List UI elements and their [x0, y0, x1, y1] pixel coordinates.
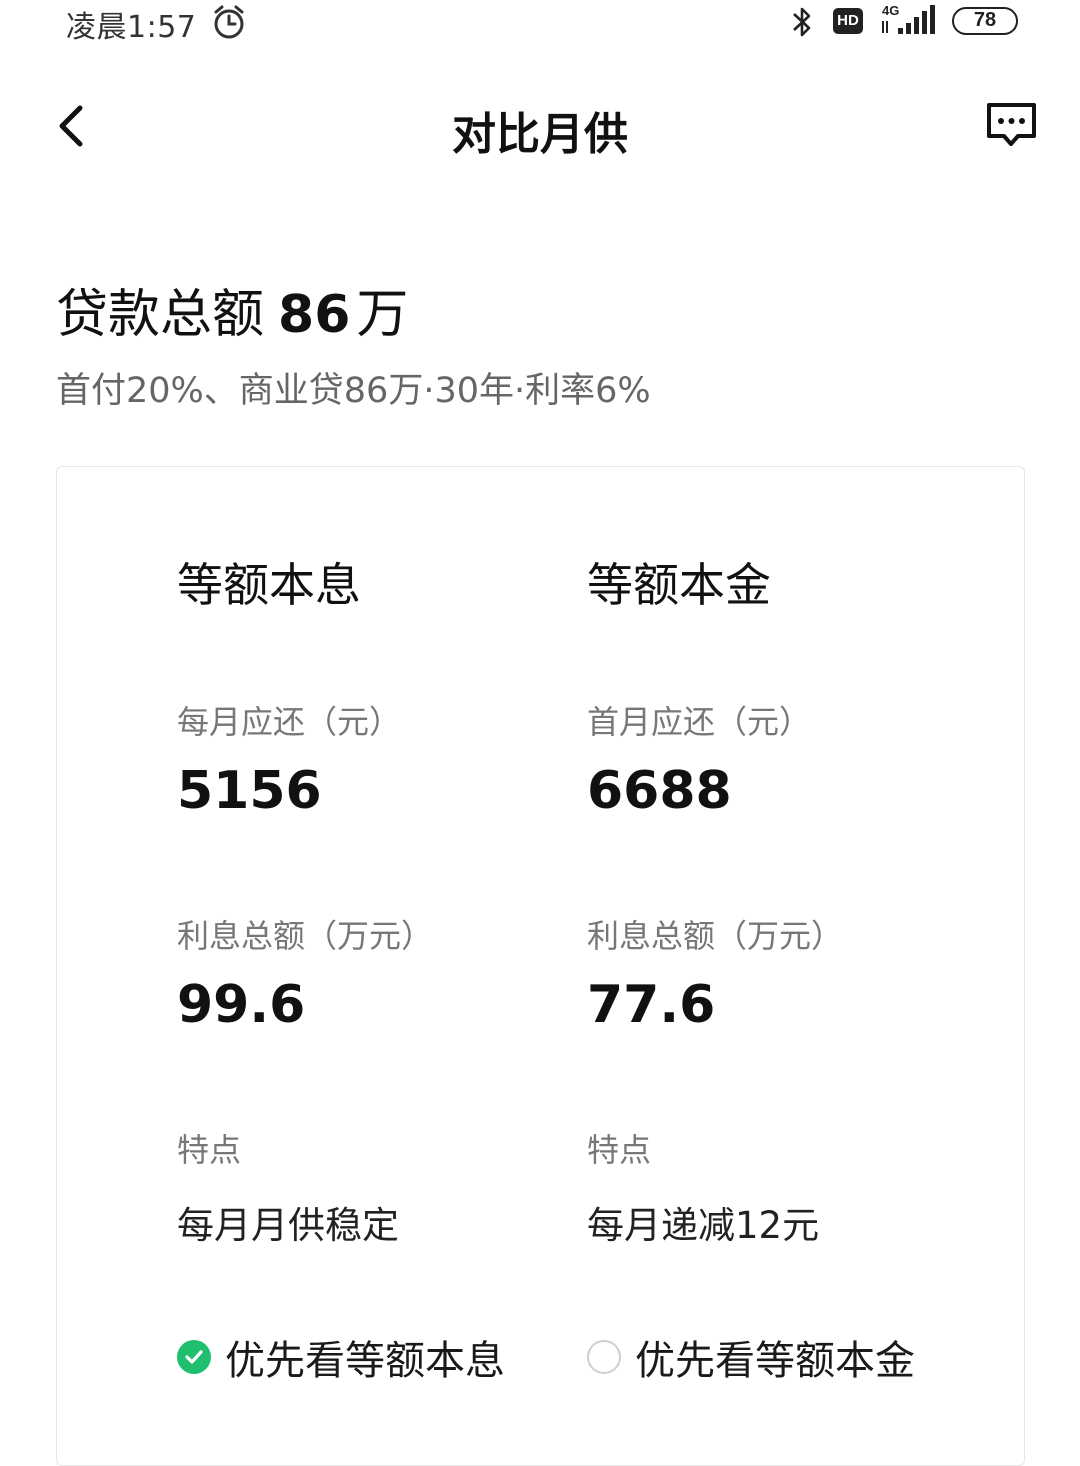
signal-icon: 4G — [878, 2, 940, 42]
feature-value: 每月月供稳定 — [177, 1204, 399, 1247]
feature-label: 特点 — [587, 1131, 652, 1169]
preference-label: 优先看等额本金 — [635, 1338, 915, 1384]
method-title: 等额本息 — [177, 558, 361, 612]
total-interest-label: 利息总额（万元） — [177, 917, 434, 955]
hd-icon: HD — [833, 8, 863, 34]
checked-radio-icon[interactable] — [177, 1340, 211, 1374]
network-type-label: 4G — [882, 3, 899, 18]
loan-total-amount: 86 — [278, 285, 351, 345]
first-month-payment-label: 首月应还（元） — [587, 703, 812, 741]
preference-label: 优先看等额本息 — [225, 1338, 505, 1384]
monthly-payment-label: 每月应还（元） — [177, 703, 402, 741]
battery-icon: 78 — [952, 7, 1018, 35]
monthly-payment-value: 5156 — [177, 761, 322, 821]
unchecked-radio-icon[interactable] — [587, 1340, 621, 1374]
loan-total-unit: 万 — [356, 285, 409, 345]
comparison-card: 等额本息 每月应还（元） 5156 利息总额（万元） 99.6 特点 每月月供稳… — [56, 466, 1025, 1466]
status-time: 凌晨1:57 — [66, 10, 197, 45]
equal-principal-column: 等额本金 首月应还（元） 6688 利息总额（万元） 77.6 特点 每月递减1… — [587, 467, 987, 1465]
prefer-equal-installment-option[interactable]: 优先看等额本息 — [177, 1329, 505, 1385]
message-button[interactable] — [984, 100, 1040, 150]
bluetooth-icon — [788, 4, 816, 44]
total-interest-label: 利息总额（万元） — [587, 917, 844, 955]
feature-label: 特点 — [177, 1131, 242, 1169]
loan-total-prefix: 贷款总额 — [56, 285, 265, 345]
total-interest-value: 99.6 — [177, 975, 306, 1035]
first-month-payment-value: 6688 — [587, 761, 732, 821]
page-title: 对比月供 — [452, 109, 628, 160]
loan-description: 首付20%、商业贷86万·30年·利率6% — [56, 371, 651, 411]
prefer-equal-principal-option[interactable]: 优先看等额本金 — [587, 1329, 915, 1385]
total-interest-value: 77.6 — [587, 975, 716, 1035]
loan-total-heading: 贷款总额 86 万 — [56, 272, 408, 347]
feature-value: 每月递减12元 — [587, 1204, 820, 1247]
message-icon — [987, 103, 1036, 146]
alarm-icon — [212, 4, 246, 44]
equal-installment-column: 等额本息 每月应还（元） 5156 利息总额（万元） 99.6 特点 每月月供稳… — [177, 467, 577, 1465]
status-bar: 凌晨1:57 HD 4G 78 — [0, 0, 1080, 46]
nav-bar: 对比月供 — [0, 70, 1080, 180]
method-title: 等额本金 — [587, 558, 771, 612]
